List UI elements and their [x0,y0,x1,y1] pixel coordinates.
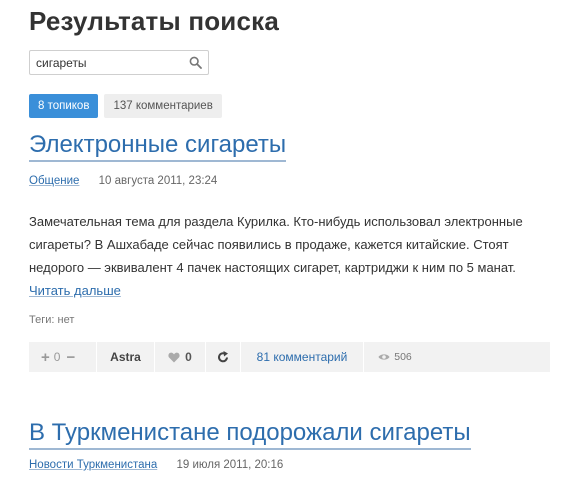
eye-icon [378,354,390,360]
post-meta: Новости Туркменистана 19 июля 2011, 20:1… [29,459,283,471]
post-action-bar: + 0 − Astra 0 81 комментарий 506 [29,342,550,372]
vote-count: 0 [53,350,61,364]
post-tags: Теги: нет [29,314,75,326]
tab-comments[interactable]: 137 комментариев [104,94,222,118]
favorite-count: 0 [185,350,192,364]
search-input[interactable] [30,51,180,74]
post-title-link[interactable]: Электронные сигареты [29,131,287,162]
tab-topics[interactable]: 8 топиков [29,94,99,118]
share-button[interactable] [206,351,240,363]
post-title-link[interactable]: В Туркменистане подорожали сигареты [29,419,471,450]
author-link[interactable]: Astra [97,350,154,364]
post-body: Замечательная тема для раздела Курилка. … [29,210,539,302]
favorite-button[interactable]: 0 [155,350,205,364]
views-count: 506 [394,351,412,363]
post-category-link[interactable]: Общение [29,175,79,187]
post-text: Замечательная тема для раздела Курилка. … [29,214,523,275]
share-icon [218,351,228,363]
post-category-link[interactable]: Новости Туркменистана [29,459,157,471]
result-tabs: 8 топиков 137 комментариев [29,94,228,118]
vote-down-button[interactable]: − [66,349,75,366]
read-more-link[interactable]: Читать дальше [29,283,121,298]
heart-icon [168,352,180,362]
post-date: 19 июля 2011, 20:16 [176,459,284,471]
views-counter: 506 [364,351,426,363]
comments-link[interactable]: 81 комментарий [241,350,363,364]
page-title: Результаты поиска [29,6,280,36]
post-date: 10 августа 2011, 23:24 [98,175,218,187]
search-icon[interactable] [189,56,202,69]
vote-widget: + 0 − [29,349,96,366]
search-box [29,50,209,75]
post-meta: Общение 10 августа 2011, 23:24 [29,175,217,187]
vote-up-button[interactable]: + [41,349,50,366]
